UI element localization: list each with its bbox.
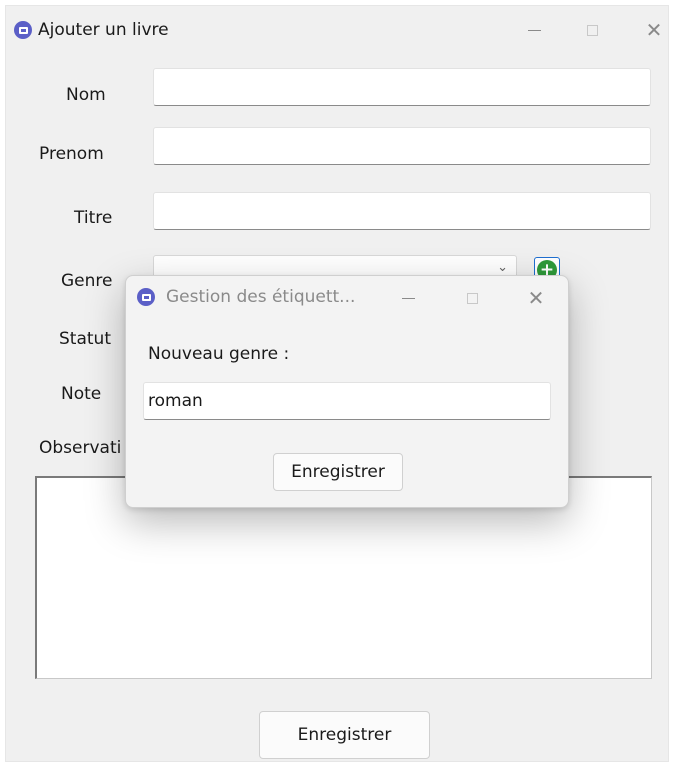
save-button[interactable]: Enregistrer bbox=[259, 711, 430, 759]
statut-label: Statut bbox=[59, 329, 111, 349]
new-genre-label: Nouveau genre : bbox=[148, 344, 290, 364]
prenom-input[interactable] bbox=[153, 127, 651, 165]
main-titlebar[interactable]: Ajouter un livre ✕ bbox=[6, 6, 668, 52]
chevron-down-icon[interactable]: ⌄ bbox=[497, 260, 508, 275]
titre-label: Titre bbox=[74, 208, 113, 228]
note-label: Note bbox=[61, 384, 102, 404]
window-title: Ajouter un livre bbox=[38, 20, 169, 40]
close-icon: ✕ bbox=[527, 286, 545, 310]
nom-label: Nom bbox=[66, 85, 106, 105]
close-icon: ✕ bbox=[645, 18, 663, 42]
app-icon bbox=[14, 21, 32, 39]
dialog-app-icon bbox=[137, 288, 155, 306]
dialog-maximize-button[interactable] bbox=[452, 283, 492, 313]
dialog-title: Gestion des étiquett... bbox=[166, 287, 356, 307]
maximize-button[interactable] bbox=[572, 15, 612, 45]
titre-input[interactable] bbox=[153, 192, 651, 230]
dialog-minimize-button[interactable] bbox=[388, 283, 428, 313]
genre-dialog: Gestion des étiquett... ✕ Nouveau genre … bbox=[125, 275, 569, 508]
dialog-titlebar[interactable]: Gestion des étiquett... ✕ bbox=[126, 276, 568, 318]
dialog-close-button[interactable]: ✕ bbox=[516, 283, 556, 313]
observation-label: Observati bbox=[39, 438, 122, 458]
dialog-save-button[interactable]: Enregistrer bbox=[273, 453, 403, 491]
minimize-button[interactable] bbox=[514, 15, 554, 45]
prenom-label: Prenom bbox=[39, 144, 104, 164]
close-button[interactable]: ✕ bbox=[634, 15, 674, 45]
new-genre-input[interactable] bbox=[143, 382, 551, 420]
nom-input[interactable] bbox=[153, 68, 651, 106]
genre-label: Genre bbox=[61, 271, 113, 291]
